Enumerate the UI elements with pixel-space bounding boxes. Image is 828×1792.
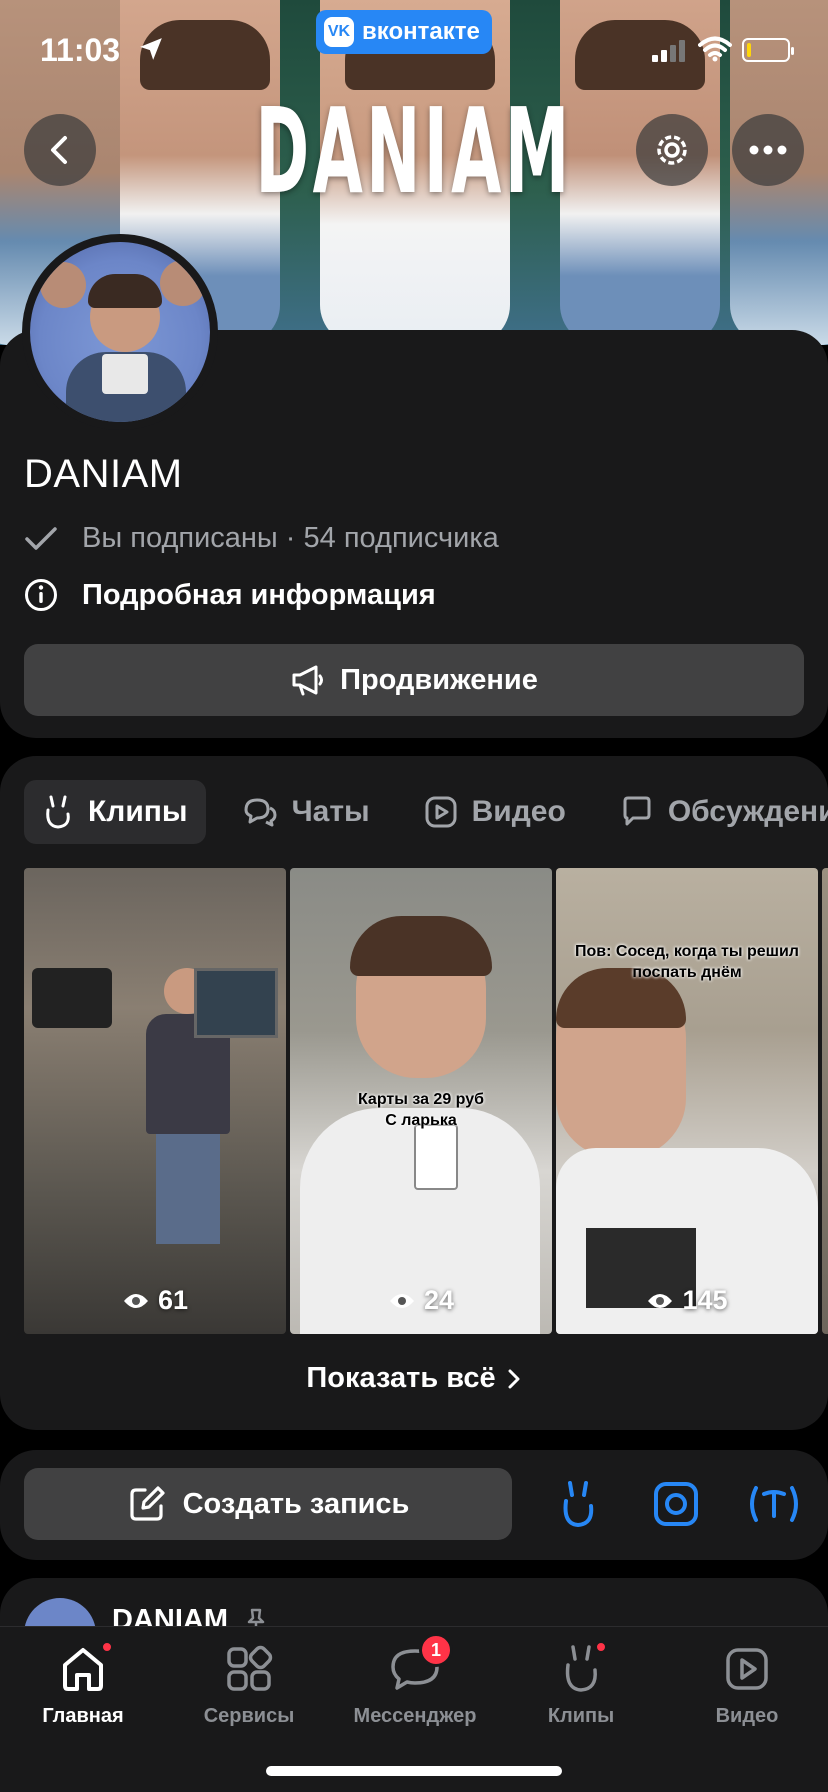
tabbar-label: Мессенджер <box>353 1705 477 1727</box>
show-all-link[interactable]: Показать всё <box>0 1362 828 1395</box>
create-story-button[interactable] <box>648 1476 704 1532</box>
tabbar-item-home[interactable]: Главная <box>0 1641 166 1728</box>
clip-views: 24 <box>290 1285 552 1316</box>
tabbar-item-messenger[interactable]: 1 Мессенджер <box>332 1633 498 1728</box>
cover-title: DANIAM <box>255 82 573 220</box>
services-icon <box>227 1645 273 1691</box>
eye-icon <box>389 1293 414 1308</box>
tab-label: Обсуждения <box>667 795 828 828</box>
broadcast-icon <box>750 1486 798 1522</box>
vk-pill-label: вконтакте <box>362 18 480 45</box>
home-indicator[interactable] <box>266 1766 562 1776</box>
tabbar-label: Клипы <box>547 1705 615 1727</box>
more-button[interactable] <box>732 114 804 186</box>
clip-thumbnail[interactable] <box>822 868 828 1334</box>
community-avatar[interactable] <box>22 234 218 430</box>
location-arrow-icon <box>140 38 162 60</box>
compose-icon <box>130 1486 165 1521</box>
eye-icon <box>123 1293 148 1308</box>
chats-icon <box>244 798 277 827</box>
clip-views: 61 <box>24 1285 286 1316</box>
wifi-icon <box>698 36 732 62</box>
tab-discussions[interactable]: Обсуждения <box>602 780 828 844</box>
details-label: Подробная информация <box>82 578 436 611</box>
create-post-label: Создать запись <box>182 1487 410 1520</box>
vk-app-pill[interactable]: VK вконтакте <box>316 10 492 54</box>
tab-chats[interactable]: Чаты <box>224 780 388 844</box>
tab-video[interactable]: Видео <box>406 780 584 844</box>
status-time: 11:03 <box>40 32 121 68</box>
video-icon <box>726 1648 768 1690</box>
clip-views-count: 61 <box>157 1285 189 1315</box>
tab-label: Клипы <box>88 795 188 828</box>
notification-dot <box>595 1641 607 1653</box>
tabbar-item-services[interactable]: Сервисы <box>166 1641 332 1728</box>
create-post-card: Создать запись <box>0 1450 828 1560</box>
create-post-button[interactable]: Создать запись <box>24 1468 512 1540</box>
video-icon <box>425 796 457 828</box>
status-bar: 11:03 VK вконтакте <box>0 0 828 100</box>
subscription-text: Вы подписаны · 54 подписчика <box>82 522 499 554</box>
content-tabs: Клипы Чаты Видео Обсуждения <box>24 780 828 844</box>
clip-thumbnail[interactable]: Пов: Сосед, когда ты решил поспать днём … <box>556 868 818 1334</box>
create-clip-button[interactable] <box>550 1476 606 1532</box>
show-all-label: Показать всё <box>306 1362 496 1394</box>
info-icon <box>25 579 57 611</box>
settings-button[interactable] <box>636 114 708 186</box>
battery-icon <box>742 38 794 62</box>
tabbar-label: Главная <box>42 1705 124 1727</box>
promotion-button[interactable]: Продвижение <box>24 644 804 716</box>
details-link[interactable]: Подробная информация <box>24 578 436 612</box>
content-section-card: Клипы Чаты Видео Обсуждения <box>0 756 828 1430</box>
promotion-label: Продвижение <box>340 663 538 696</box>
create-broadcast-button[interactable] <box>744 1476 804 1532</box>
tabbar-item-clips[interactable]: Клипы <box>498 1641 664 1728</box>
checkmark-icon <box>25 526 57 550</box>
gear-icon <box>657 135 687 165</box>
vk-logo-icon: VK <box>324 17 354 47</box>
subscription-status[interactable]: Вы подписаны · 54 подписчика <box>24 522 499 555</box>
tab-label: Видео <box>471 795 566 828</box>
tabbar-item-video[interactable]: Видео <box>664 1641 828 1728</box>
discussion-icon <box>623 796 651 826</box>
megaphone-icon <box>292 665 324 696</box>
chevron-right-icon <box>508 1369 520 1388</box>
clip-caption: Пов: Сосед, когда ты решил поспать днём <box>575 943 799 981</box>
clip-caption: Карты за 29 руб С ларька <box>357 1091 485 1129</box>
eye-icon <box>648 1293 673 1308</box>
clips-icon <box>46 795 70 829</box>
clip-views-count: 24 <box>423 1285 455 1315</box>
clip-views-count: 145 <box>682 1285 728 1315</box>
story-camera-icon <box>654 1482 698 1526</box>
clip-views: 145 <box>556 1285 818 1316</box>
tab-clips[interactable]: Клипы <box>24 780 206 844</box>
clip-thumbnail[interactable]: Карты за 29 руб С ларька 24 <box>290 868 552 1334</box>
clips-row: 61 Карты за 29 руб С ларька 24 Пов: Сосе… <box>24 868 828 1334</box>
unread-badge: 1 <box>419 1633 453 1667</box>
cellular-signal-icon <box>652 40 685 62</box>
tab-label: Чаты <box>291 795 370 828</box>
back-button[interactable] <box>24 114 96 186</box>
tabbar-label: Сервисы <box>203 1705 295 1727</box>
more-dots-icon <box>749 145 787 155</box>
tabbar-label: Видео <box>715 1705 779 1727</box>
notification-dot <box>101 1641 113 1653</box>
community-name: DANIAM <box>24 452 183 496</box>
clip-thumbnail[interactable]: 61 <box>24 868 286 1334</box>
chevron-left-icon <box>51 136 67 164</box>
clips-icon <box>563 1481 594 1528</box>
